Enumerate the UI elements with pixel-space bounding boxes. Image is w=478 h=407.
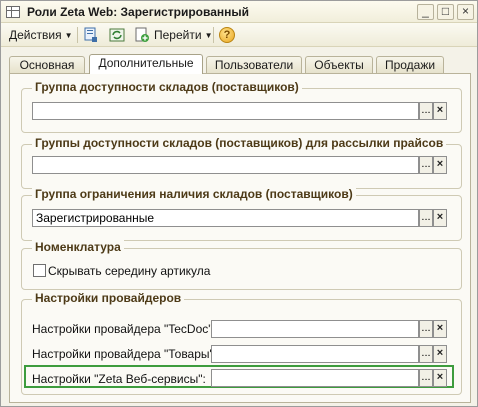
actions-label: Действия (9, 28, 62, 42)
select-button[interactable]: ... (419, 209, 433, 227)
group-title: Группа ограничения наличия складов (пост… (32, 187, 356, 201)
warehouse-pricelist-field[interactable] (32, 156, 419, 174)
clear-button[interactable]: × (433, 320, 447, 338)
select-button[interactable]: ... (419, 102, 433, 120)
save-close-icon[interactable] (83, 27, 99, 43)
provider-zeta-label: Настройки "Zeta Веб-сервисы": (32, 372, 206, 386)
tab-main[interactable]: Основная (9, 56, 85, 73)
help-icon[interactable]: ? (219, 27, 235, 43)
select-button[interactable]: ... (419, 345, 433, 363)
new-document-icon[interactable] (134, 27, 150, 43)
select-button[interactable]: ... (419, 156, 433, 174)
goto-menu-button[interactable]: Перейти ▼ (154, 27, 212, 43)
minimize-button[interactable]: _ (417, 4, 434, 20)
group-title: Группа доступности складов (поставщиков) (32, 80, 302, 94)
provider-tecdoc-label: Настройки провайдера "TecDoc": (32, 322, 216, 336)
dropdown-arrow-icon: ▼ (204, 31, 213, 40)
provider-goods-field[interactable] (211, 345, 419, 363)
close-button[interactable]: × (457, 4, 474, 20)
settings-window: Роли Zeta Web: Зарегистрированный _ □ × … (0, 0, 478, 407)
clear-button[interactable]: × (433, 102, 447, 120)
group-title: Номенклатура (32, 240, 124, 254)
warehouse-access-field[interactable] (32, 102, 419, 120)
tab-additional[interactable]: Дополнительные (89, 54, 203, 74)
group-title: Настройки провайдеров (32, 291, 185, 305)
clear-button[interactable]: × (433, 345, 447, 363)
tab-objects[interactable]: Объекты (305, 56, 373, 73)
select-button[interactable]: ... (419, 320, 433, 338)
window-title: Роли Zeta Web: Зарегистрированный (27, 5, 250, 19)
refresh-icon[interactable] (109, 27, 125, 43)
tab-sales[interactable]: Продажи (376, 56, 444, 73)
dropdown-arrow-icon: ▼ (64, 31, 73, 40)
title-bar[interactable]: Роли Zeta Web: Зарегистрированный _ □ × (1, 1, 477, 23)
clear-button[interactable]: × (433, 209, 447, 227)
toolbar-separator (77, 27, 78, 43)
provider-zeta-field[interactable] (211, 369, 419, 387)
toolbar-separator (213, 27, 214, 43)
actions-menu-button[interactable]: Действия ▼ (9, 27, 73, 43)
table-icon (6, 6, 20, 18)
provider-goods-label: Настройки провайдера "Товары": (32, 347, 218, 361)
clear-button[interactable]: × (433, 369, 447, 387)
provider-tecdoc-field[interactable] (211, 320, 419, 338)
clear-button[interactable]: × (433, 156, 447, 174)
select-button[interactable]: ... (419, 369, 433, 387)
toolbar: Действия ▼ Перейти ▼ ? (1, 23, 477, 47)
group-title: Группы доступности складов (поставщиков)… (32, 136, 447, 150)
tab-users[interactable]: Пользователи (206, 56, 302, 73)
warehouse-restriction-field[interactable]: Зарегистрированные (32, 209, 419, 227)
maximize-button[interactable]: □ (437, 4, 454, 20)
hide-middle-checkbox[interactable] (33, 264, 46, 277)
hide-middle-label: Скрывать середину артикула (48, 264, 211, 278)
goto-label: Перейти (154, 28, 202, 42)
